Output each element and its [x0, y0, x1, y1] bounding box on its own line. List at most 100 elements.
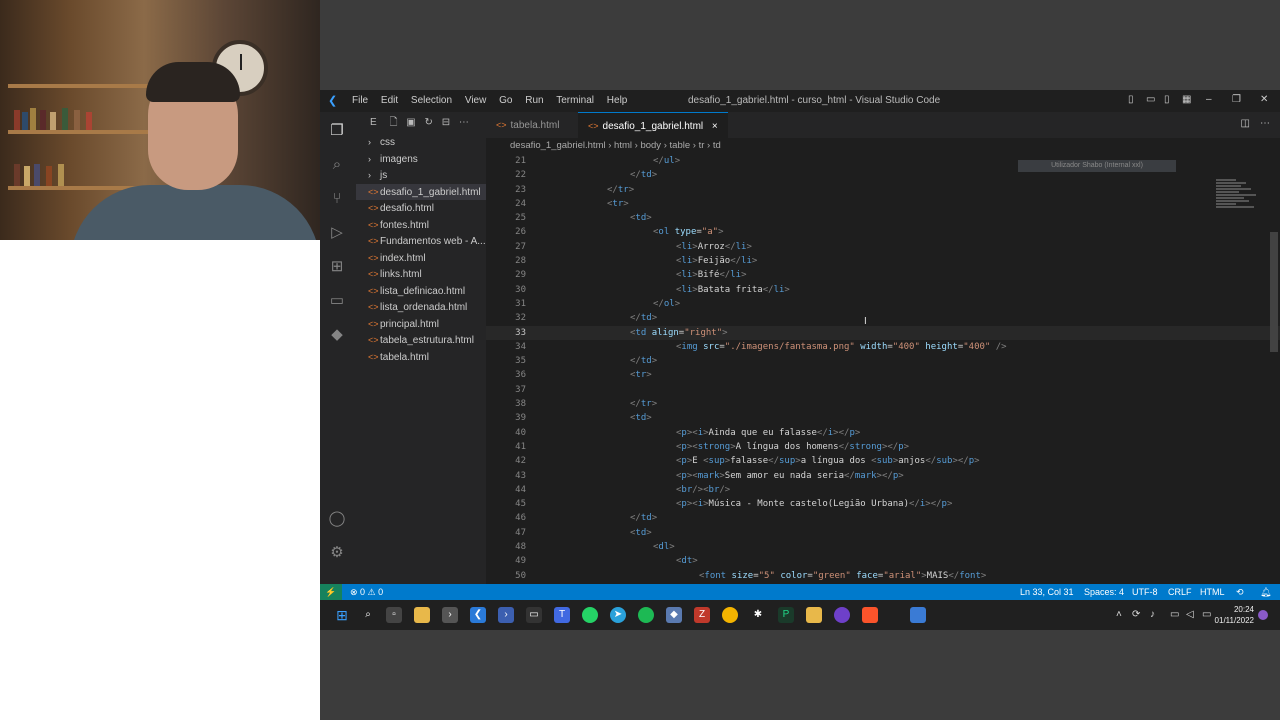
encoding[interactable]: UTF-8	[1132, 584, 1158, 600]
filezilla-icon[interactable]: Z	[694, 607, 710, 623]
brave-icon[interactable]	[862, 607, 878, 623]
code-line[interactable]: 46 </td>	[486, 511, 1280, 525]
chrome-icon[interactable]	[722, 607, 738, 623]
app-icon[interactable]	[910, 607, 926, 623]
breadcrumb-html[interactable]: html	[614, 140, 632, 151]
file-item[interactable]: <>index.html	[356, 250, 486, 267]
code-line[interactable]: 48 <dl>	[486, 540, 1280, 554]
virtualbox-icon[interactable]: ◆	[666, 607, 682, 623]
folder-item[interactable]: › css	[356, 134, 486, 151]
problems-indicator[interactable]: ⊗ 0 ⚠ 0	[350, 584, 383, 600]
code-line[interactable]: 44 <br/><br/>	[486, 483, 1280, 497]
telegram-icon[interactable]: ➤	[610, 607, 626, 623]
file-item[interactable]: <>tabela_estrutura.html	[356, 332, 486, 349]
code-editor[interactable]: 21 </ul> 22 </td> 23 </tr> 24 <tr> 25 <td> 26 <ol t…	[486, 154, 1280, 584]
search-icon[interactable]: ⌕	[328, 156, 346, 174]
maximize-icon[interactable]: ❐	[1232, 94, 1241, 105]
tab-desafio-1-gabriel[interactable]: <> desafio_1_gabriel.html ×	[578, 112, 728, 139]
remote-explorer-icon[interactable]: ▭	[328, 292, 346, 310]
docker-icon[interactable]: ◆	[328, 326, 346, 344]
line-ending[interactable]: CRLF	[1168, 584, 1192, 600]
search-icon[interactable]: ⌕	[360, 607, 376, 623]
code-line[interactable]: 23 </tr>	[486, 183, 1280, 197]
run-debug-icon[interactable]: ▷	[328, 224, 346, 242]
code-line[interactable]: 36 <tr>	[486, 368, 1280, 382]
breadcrumb-file[interactable]: desafio_1_gabriel.html	[510, 140, 606, 151]
code-line[interactable]: 24 <tr>	[486, 197, 1280, 211]
vscode-taskbar-icon[interactable]: ❮	[470, 607, 486, 623]
code-line[interactable]: 31 </ol>	[486, 297, 1280, 311]
minimap[interactable]	[1216, 178, 1266, 238]
menu-edit[interactable]: Edit	[381, 95, 398, 106]
terminal-icon[interactable]: ›	[442, 607, 458, 623]
file-item[interactable]: <>fontes.html	[356, 217, 486, 234]
cursor-position[interactable]: Ln 33, Col 31	[1020, 584, 1074, 600]
file-explorer-icon[interactable]	[414, 607, 430, 623]
code-line[interactable]: 28 <li>Feijão</li>	[486, 254, 1280, 268]
account-icon[interactable]: ◯	[328, 510, 346, 528]
tray-display-icon[interactable]: ▭	[1170, 609, 1179, 620]
file-item[interactable]: <>links.html	[356, 266, 486, 283]
breadcrumb-body[interactable]: body	[640, 140, 661, 151]
task-view-icon[interactable]: ▫	[386, 607, 402, 623]
breadcrumb-td[interactable]: td	[713, 140, 721, 151]
folder-item[interactable]: › js	[356, 167, 486, 184]
breadcrumb-tr[interactable]: tr	[699, 140, 705, 151]
remote-indicator-icon[interactable]: ⚡	[320, 584, 342, 600]
toggle-secondary-sidebar-icon[interactable]: ▯	[1164, 94, 1170, 105]
menu-selection[interactable]: Selection	[411, 95, 452, 106]
refresh-icon[interactable]: ↻	[425, 117, 433, 128]
editor-more-icon[interactable]: ⋯	[1260, 118, 1270, 129]
toggle-panel-icon[interactable]: ▭	[1146, 94, 1155, 105]
code-line[interactable]: 43 <p><mark>Sem amor eu nada seria</mark>…	[486, 469, 1280, 483]
explorer-icon[interactable]: ❐	[328, 122, 346, 140]
breadcrumb-table[interactable]: table	[670, 140, 691, 151]
file-item[interactable]: <>tabela.html	[356, 349, 486, 366]
close-window-icon[interactable]: ✕	[1260, 94, 1268, 105]
language-mode[interactable]: HTML	[1200, 584, 1225, 600]
file-item[interactable]: <>lista_definicao.html	[356, 283, 486, 300]
code-line[interactable]: 29 <li>Bifé</li>	[486, 268, 1280, 282]
file-item[interactable]: <>desafio_1_gabriel.html	[356, 183, 486, 200]
indentation[interactable]: Spaces: 4	[1084, 584, 1124, 600]
menu-go[interactable]: Go	[499, 95, 512, 106]
code-line[interactable]: 30 <li>Batata frita</li>	[486, 283, 1280, 297]
code-line[interactable]: 40 <p><i>Ainda que eu falasse</i></p>	[486, 426, 1280, 440]
menu-file[interactable]: File	[352, 95, 368, 106]
code-line[interactable]: 38 </tr>	[486, 397, 1280, 411]
powershell-icon[interactable]: ›	[498, 607, 514, 623]
tab-tabela[interactable]: <> tabela.html	[486, 112, 569, 138]
tray-overflow-icon[interactable]: ˄	[1116, 609, 1122, 620]
file-item[interactable]: <>lista_ordenada.html	[356, 299, 486, 316]
menu-view[interactable]: View	[465, 95, 487, 106]
menu-terminal[interactable]: Terminal	[556, 95, 594, 106]
code-line[interactable]: 33 <td align="right">	[486, 325, 1280, 340]
tray-sync-icon[interactable]: ⟳	[1132, 609, 1140, 620]
new-file-icon[interactable]: 🗋	[389, 117, 397, 128]
sticky-notes-icon[interactable]	[806, 607, 822, 623]
teams-icon[interactable]: T	[554, 607, 570, 623]
code-line[interactable]: 25 <td>	[486, 211, 1280, 225]
command-prompt-icon[interactable]: ▭	[526, 607, 542, 623]
collapse-all-icon[interactable]: ⊟	[442, 117, 450, 128]
close-tab-icon[interactable]: ×	[712, 121, 718, 132]
code-line[interactable]: 39 <td>	[486, 411, 1280, 425]
file-item[interactable]: <>principal.html	[356, 316, 486, 333]
spotify-icon[interactable]	[638, 607, 654, 623]
tray-mic-icon[interactable]: ♪	[1150, 609, 1155, 620]
code-line[interactable]: 49 <dt>	[486, 554, 1280, 568]
code-line[interactable]: 35 </td>	[486, 354, 1280, 368]
code-line[interactable]: 32 </td>	[486, 311, 1280, 325]
file-item[interactable]: <>Fundamentos web - A...	[356, 233, 486, 250]
vertical-scrollbar[interactable]	[1270, 232, 1278, 352]
code-line[interactable]: 50 <font size="5" color="green" face="ari…	[486, 569, 1280, 583]
github-icon[interactable]	[834, 607, 850, 623]
folder-item[interactable]: › imagens	[356, 151, 486, 168]
notifications-icon[interactable]: 🔔︎	[1260, 584, 1271, 600]
file-item[interactable]: <>desafio.html	[356, 200, 486, 217]
new-folder-icon[interactable]: ▣	[406, 117, 415, 128]
extensions-icon[interactable]: ⊞	[328, 258, 346, 276]
windows-start-icon[interactable]: ⊞	[334, 607, 350, 623]
settings-app-icon[interactable]: ✱	[750, 607, 766, 623]
code-line[interactable]: 47 <td>	[486, 526, 1280, 540]
